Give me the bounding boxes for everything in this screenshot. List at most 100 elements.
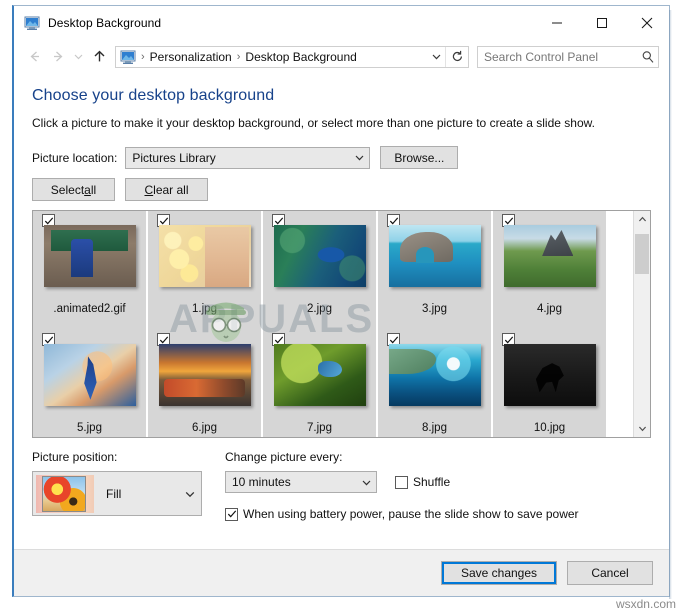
battery-option[interactable]: When using battery power, pause the slid…: [225, 507, 651, 521]
thumbnail-image[interactable]: [503, 344, 596, 406]
thumbnail-label: 3.jpg: [378, 287, 491, 330]
window-controls: [534, 6, 669, 40]
breadcrumb-personalization[interactable]: Personalization: [148, 50, 234, 64]
thumbnail-item[interactable]: .animated2.gif: [33, 211, 146, 330]
chevron-down-icon: [179, 488, 201, 500]
clear-all-post: lear all: [153, 182, 189, 197]
thumbnail-checkbox-area: [33, 330, 146, 346]
picture-location-label: Picture location:: [32, 150, 118, 165]
thumbnail-grid[interactable]: .animated2.gif 1.jpg 2.jpg 3.jpg 4.jpg 5…: [33, 211, 633, 437]
save-changes-button[interactable]: Save changes: [441, 561, 557, 585]
thumbnail-label: 10.jpg: [493, 406, 606, 437]
thumbnail-checkbox-area: [263, 211, 376, 227]
window-title: Desktop Background: [48, 16, 162, 30]
shuffle-label: Shuffle: [413, 475, 451, 489]
scrollbar-thumb[interactable]: [635, 234, 649, 274]
thumbnail-checkbox-area: [148, 211, 261, 227]
picture-position-label: Picture position:: [32, 450, 118, 464]
address-bar[interactable]: › Personalization › Desktop Background: [115, 45, 469, 68]
desktop-background-icon: [24, 15, 40, 31]
search-box[interactable]: [477, 45, 659, 68]
change-picture-every-dropdown[interactable]: 10 minutes: [225, 471, 377, 493]
shuffle-option[interactable]: Shuffle: [395, 475, 450, 489]
search-icon[interactable]: [638, 47, 658, 67]
breadcrumb-separator: ›: [236, 50, 241, 63]
thumbnail-checkbox-area: [148, 330, 261, 346]
thumbnail-image[interactable]: [273, 225, 366, 287]
grid-scrollbar[interactable]: [633, 211, 650, 437]
thumbnail-item[interactable]: 4.jpg: [493, 211, 606, 330]
recent-locations-icon[interactable]: [70, 45, 87, 69]
battery-checkbox[interactable]: [225, 507, 238, 521]
chevron-down-icon: [356, 477, 376, 488]
select-all-post: ll: [90, 182, 97, 197]
select-all-pre: Select: [50, 182, 85, 197]
thumbnail-image[interactable]: [43, 344, 136, 406]
thumbnail-label: 4.jpg: [493, 287, 606, 330]
thumbnail-item[interactable]: 10.jpg: [493, 330, 606, 437]
clear-all-accel: C: [144, 182, 154, 197]
thumbnail-label: 6.jpg: [148, 406, 261, 437]
interval-row: 10 minutes Shuffle: [225, 471, 651, 493]
select-all-button[interactable]: Select a ll: [32, 178, 115, 201]
thumbnail-item[interactable]: 5.jpg: [33, 330, 146, 437]
chevron-down-icon: [349, 152, 369, 163]
breadcrumb-separator: ›: [141, 50, 145, 63]
picture-location-dropdown[interactable]: Pictures Library: [125, 146, 371, 169]
shuffle-checkbox[interactable]: [395, 475, 408, 489]
thumbnail-checkbox-area: [378, 211, 491, 227]
thumbnail-image[interactable]: [273, 344, 366, 406]
search-input[interactable]: [478, 49, 638, 64]
picture-location-value: Pictures Library: [132, 150, 216, 165]
thumbnail-item[interactable]: 1.jpg: [148, 211, 261, 330]
select-all-accel: a: [84, 182, 91, 197]
options-section: Picture position: Fill Change picture ev: [32, 450, 651, 521]
thumbnail-checkbox-area: [493, 211, 606, 227]
page-title: Choose your desktop background: [32, 87, 275, 104]
thumbnail-item[interactable]: 2.jpg: [263, 211, 376, 330]
thumbnail-checkbox-area: [263, 330, 376, 346]
picture-position-dropdown[interactable]: Fill: [32, 471, 202, 516]
thumbnail-image[interactable]: [388, 344, 481, 406]
picture-position-value: Fill: [106, 486, 122, 501]
thumbnail-image[interactable]: [158, 225, 251, 287]
thumbnail-item[interactable]: 3.jpg: [378, 211, 491, 330]
picture-position-preview: [36, 474, 94, 513]
title-bar: Desktop Background: [14, 6, 669, 40]
thumbnail-checkbox-area: [33, 211, 146, 227]
thumbnail-label: 5.jpg: [33, 406, 146, 437]
thumbnail-image[interactable]: [158, 344, 251, 406]
close-button[interactable]: [624, 6, 669, 40]
chevron-down-icon[interactable]: [427, 47, 445, 67]
thumbnail-checkbox-area: [378, 330, 491, 346]
thumbnail-item[interactable]: 8.jpg: [378, 330, 491, 437]
change-picture-every-label: Change picture every:: [225, 450, 343, 464]
slideshow-settings-group: Change picture every: 10 minutes Shuffle: [225, 450, 651, 521]
thumbnail-image[interactable]: [388, 225, 481, 287]
browse-button[interactable]: Browse...: [380, 146, 459, 169]
clear-all-button[interactable]: Clear all: [125, 178, 208, 201]
thumbnail-label: 8.jpg: [378, 406, 491, 437]
thumbnail-image[interactable]: [43, 225, 136, 287]
back-arrow-icon[interactable]: [22, 45, 46, 69]
page-background: Desktop Background › Personalization › D…: [0, 0, 682, 613]
thumbnail-image[interactable]: [503, 225, 596, 287]
scrollbar-track[interactable]: [634, 228, 650, 420]
wsxdn-watermark: wsxdn.com: [615, 597, 676, 611]
thumbnail-item[interactable]: 7.jpg: [263, 330, 376, 437]
thumbnail-checkbox-area: [493, 330, 606, 346]
maximize-button[interactable]: [579, 6, 624, 40]
scroll-down-icon[interactable]: [634, 420, 650, 437]
page-subtext: Click a picture to make it your desktop …: [32, 116, 595, 130]
cancel-button[interactable]: Cancel: [567, 561, 653, 585]
change-picture-every-value: 10 minutes: [232, 475, 291, 489]
breadcrumb-desktop-background[interactable]: Desktop Background: [243, 50, 358, 64]
refresh-icon[interactable]: [445, 46, 468, 67]
thumbnail-item[interactable]: 6.jpg: [148, 330, 261, 437]
dialog-footer: Save changes Cancel: [14, 549, 669, 596]
forward-arrow-icon[interactable]: [46, 45, 70, 69]
scroll-up-icon[interactable]: [634, 211, 650, 228]
minimize-button[interactable]: [534, 6, 579, 40]
thumbnail-grid-container: .animated2.gif 1.jpg 2.jpg 3.jpg 4.jpg 5…: [32, 210, 651, 438]
up-arrow-icon[interactable]: [87, 45, 111, 69]
